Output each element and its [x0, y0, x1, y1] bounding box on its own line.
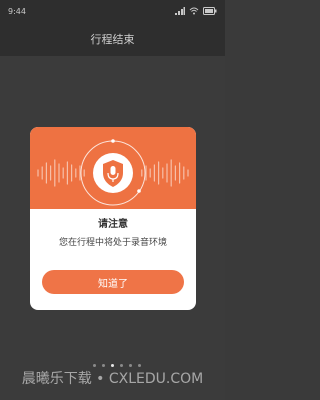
page-indicator — [93, 364, 141, 367]
battery-icon — [203, 7, 217, 15]
status-time: 9:44 — [8, 6, 26, 16]
page-dot — [102, 364, 105, 367]
title-bar: 行程结束 — [0, 22, 225, 56]
page-dot — [138, 364, 141, 367]
page-title: 行程结束 — [90, 33, 135, 46]
sound-wave-illustration — [37, 139, 189, 206]
status-icons — [175, 7, 217, 15]
page-dot — [120, 364, 123, 367]
watermark-text: 晨曦乐下载 • CXLEDU.COM — [21, 371, 204, 387]
recording-notice-dialog: 请注意 您在行程中将处于录音环境 知道了 — [30, 127, 196, 310]
status-bar: 9:44 — [0, 0, 225, 22]
dialog-header-banner — [30, 127, 196, 209]
page-dot — [111, 364, 114, 367]
page-dot — [93, 364, 96, 367]
dialog-message: 您在行程中将处于录音环境 — [58, 238, 167, 248]
page-dot — [129, 364, 132, 367]
dialog-title: 请注意 — [98, 219, 128, 230]
confirm-button[interactable]: 知道了 — [42, 270, 184, 294]
signal-icon — [175, 7, 185, 15]
wifi-icon — [189, 7, 199, 15]
